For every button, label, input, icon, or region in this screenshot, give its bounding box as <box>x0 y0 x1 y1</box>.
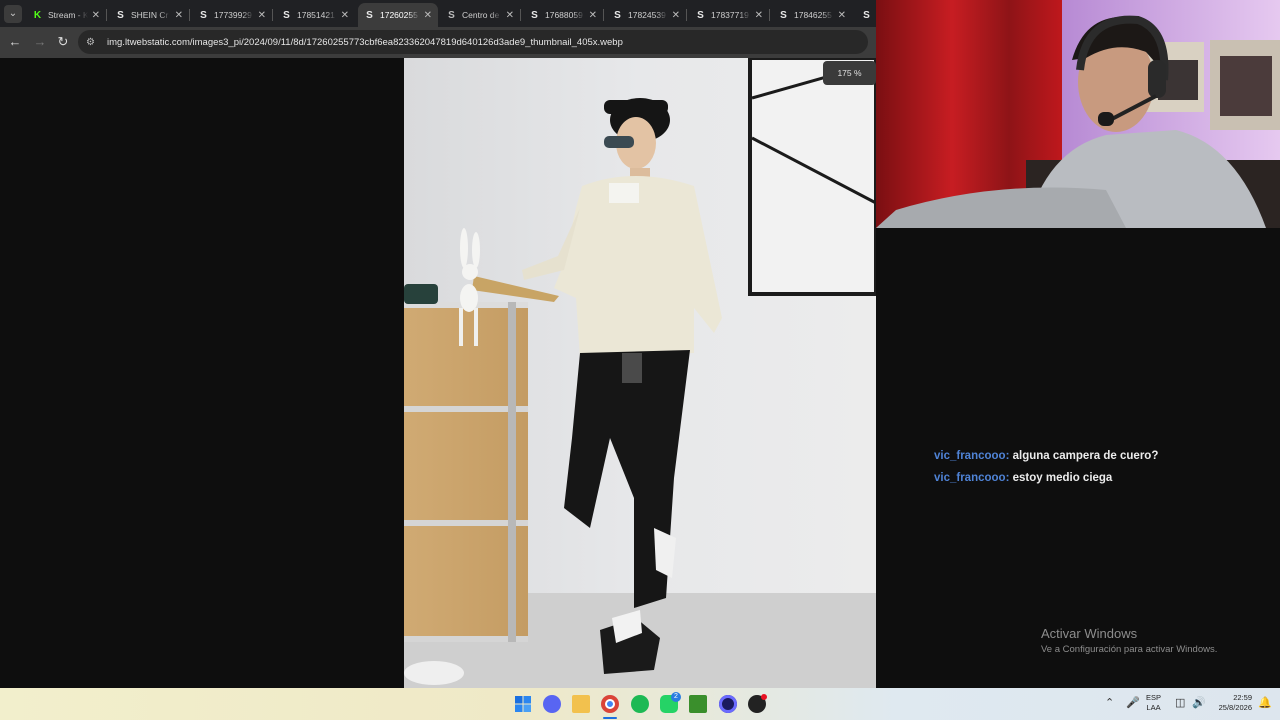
tab-divider <box>106 9 107 21</box>
tab-close-icon[interactable]: ✕ <box>341 10 349 21</box>
tab-divider <box>520 9 521 21</box>
language-indicator[interactable]: ESP LAA <box>1146 693 1161 713</box>
chat-message: vic_francooo: alguna campera de cuero? <box>934 450 1158 462</box>
notification-badge: 2 <box>671 692 681 702</box>
tab-close-icon[interactable]: ✕ <box>838 10 846 21</box>
spotify-icon[interactable] <box>631 695 649 713</box>
tab-close-icon[interactable]: ✕ <box>258 10 266 21</box>
image-viewer: 175 % <box>0 58 876 688</box>
chat-username: vic_francooo: <box>934 450 1010 462</box>
tab-label: 17837719 <box>711 10 749 20</box>
webcam-feed <box>876 0 1280 228</box>
tab-label: 17739929 <box>214 10 252 20</box>
shein-s-icon: S <box>200 9 207 21</box>
tab-shein[interactable]: S SHEIN Cr ✕ <box>109 3 189 27</box>
tab-close-icon[interactable]: ✕ <box>175 10 183 21</box>
tab-divider <box>603 9 604 21</box>
chrome-icon[interactable] <box>601 695 619 713</box>
shein-s-icon: S <box>780 9 787 21</box>
windows-activation-watermark: Activar Windows Ve a Configuración para … <box>1041 626 1217 655</box>
active-app-indicator <box>603 717 617 719</box>
tab-help-center[interactable]: S Centro de ✕ <box>440 3 520 27</box>
stream-chat-overlay: vic_francooo: alguna campera de cuero? v… <box>876 228 1280 688</box>
site-info-tune-icon[interactable]: ⚙ <box>86 37 100 48</box>
product-photo-illustration <box>404 58 876 688</box>
address-bar[interactable]: ⚙ img.ltwebstatic.com/images3_pi/2024/09… <box>78 30 868 54</box>
activation-subtitle: Ve a Configuración para activar Windows. <box>1041 644 1218 655</box>
windows-start-icon[interactable] <box>514 695 532 713</box>
clock-time: 22:59 <box>1233 693 1252 702</box>
recording-dot <box>761 694 767 700</box>
windows-taskbar: 2 ⌃ 🎤 ESP LAA ◫ 🔊 22:59 25/8/2026 🔔 <box>0 688 1280 720</box>
windows-logo <box>515 696 531 712</box>
tab-close-icon[interactable]: ✕ <box>424 10 432 21</box>
chat-message: vic_francooo: estoy medio ciega <box>934 472 1112 484</box>
system-clock[interactable]: 22:59 25/8/2026 <box>1212 693 1252 713</box>
minecraft-icon[interactable] <box>689 695 707 713</box>
chat-text: estoy medio ciega <box>1012 472 1113 484</box>
streamer-webcam <box>876 0 1280 228</box>
shein-s-icon: S <box>531 9 538 21</box>
clock-date: 25/8/2026 <box>1218 703 1252 712</box>
tab-product-6[interactable]: S 17846255 ✕ <box>772 3 852 27</box>
shein-s-icon: S <box>283 9 290 21</box>
tab-search-chevron-icon[interactable]: ⌄ <box>4 5 22 23</box>
tab-label: SHEIN Cr <box>131 10 169 20</box>
microphone-icon[interactable]: 🎤 <box>1126 696 1140 709</box>
shein-s-icon: S <box>117 9 124 21</box>
tab-divider <box>686 9 687 21</box>
tab-product-active[interactable]: S 17260255 ✕ <box>358 3 438 27</box>
zoom-level-indicator[interactable]: 175 % <box>823 61 876 85</box>
settings-icon: S <box>448 9 455 21</box>
tab-product-4[interactable]: S 17824539 ✕ <box>606 3 686 27</box>
shein-s-icon: S <box>366 9 373 21</box>
discord-icon[interactable] <box>543 695 561 713</box>
tab-label: Centro de <box>462 10 500 20</box>
tab-close-icon[interactable]: ✕ <box>506 10 514 21</box>
url-text[interactable]: img.ltwebstatic.com/images3_pi/2024/09/1… <box>107 37 623 48</box>
tab-close-icon[interactable]: ✕ <box>589 10 597 21</box>
language-code: ESP <box>1146 693 1162 702</box>
browser-toolbar: ← → ↻ ⚙ img.ltwebstatic.com/images3_pi/2… <box>0 27 876 58</box>
notifications-bell-icon[interactable]: 🔔 <box>1258 696 1272 709</box>
volume-icon[interactable]: 🔊 <box>1192 696 1206 709</box>
app-circle-icon[interactable] <box>719 695 737 713</box>
tab-close-icon[interactable]: ✕ <box>672 10 680 21</box>
tab-overflow[interactable]: S <box>855 3 876 27</box>
network-icon[interactable]: ◫ <box>1175 696 1185 709</box>
activation-title: Activar Windows <box>1041 626 1138 641</box>
tab-label: Stream - K <box>48 10 88 20</box>
tab-product-3[interactable]: S 17688059 ✕ <box>523 3 603 27</box>
reload-icon[interactable]: ↻ <box>55 34 71 50</box>
tab-divider <box>769 9 770 21</box>
file-explorer-icon[interactable] <box>572 695 590 713</box>
tab-product-2[interactable]: S 17851421 ✕ <box>275 3 355 27</box>
tab-stream[interactable]: K Stream - K ✕ <box>26 3 106 27</box>
tab-close-icon[interactable]: ✕ <box>92 10 100 21</box>
forward-arrow-icon[interactable]: → <box>32 34 48 50</box>
chat-username: vic_francooo: <box>934 472 1010 484</box>
chevron-up-icon[interactable]: ⌃ <box>1105 696 1114 709</box>
tab-product-5[interactable]: S 17837719 ✕ <box>689 3 769 27</box>
product-photo[interactable] <box>404 58 876 688</box>
kick-logo-icon: K <box>33 9 42 21</box>
tab-label: 17260255 <box>380 10 418 20</box>
chat-text: alguna campera de cuero? <box>1012 450 1159 462</box>
tab-divider <box>272 9 273 21</box>
browser-tab-strip: ⌄ K Stream - K ✕ S SHEIN Cr ✕ S 17739929… <box>0 0 876 27</box>
tab-close-icon[interactable]: ✕ <box>755 10 763 21</box>
tab-divider <box>189 9 190 21</box>
tab-label: 17851421 <box>297 10 335 20</box>
keyboard-layout: LAA <box>1146 703 1161 712</box>
shein-s-icon: S <box>863 9 870 21</box>
tab-label: 17688059 <box>545 10 583 20</box>
back-arrow-icon[interactable]: ← <box>7 34 23 50</box>
tab-label: 17846255 <box>794 10 832 20</box>
shein-s-icon: S <box>697 9 704 21</box>
tab-product-1[interactable]: S 17739929 ✕ <box>192 3 272 27</box>
shein-s-icon: S <box>614 9 621 21</box>
tab-label: 17824539 <box>628 10 666 20</box>
